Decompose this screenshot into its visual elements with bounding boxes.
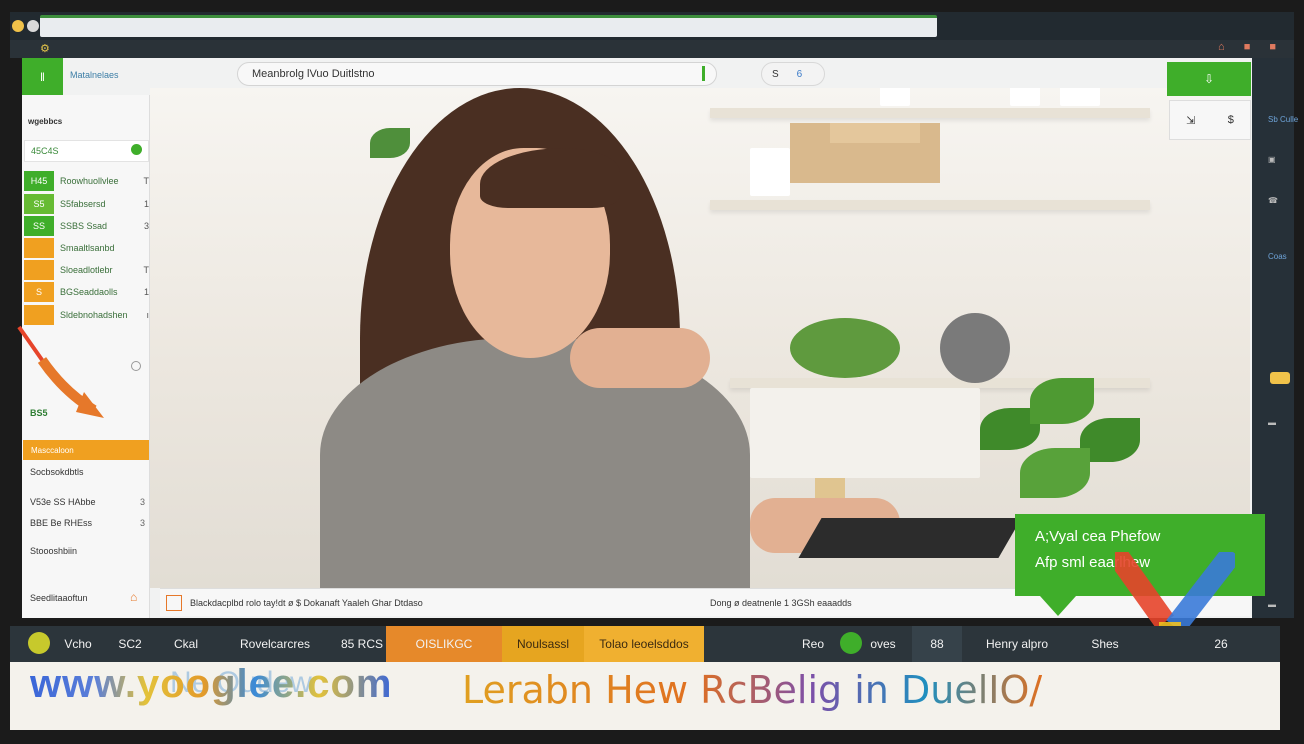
sidebar-list-label: Stoooshbiin xyxy=(30,546,78,556)
sidebar-item[interactable]: SS SSBS Ssad 3 xyxy=(24,215,149,237)
sidebar-item[interactable]: S5 S5fabsersd 1 xyxy=(24,193,149,215)
rail-item[interactable]: ▣ xyxy=(1268,155,1276,164)
rail-item[interactable]: ☎ xyxy=(1268,196,1278,205)
sidebar-item-badge: SS xyxy=(24,216,54,236)
sidebar-item-badge: H45 xyxy=(24,171,54,191)
status-dot-icon xyxy=(131,144,142,155)
callout-line-1: A;Vyal cea Phefow xyxy=(1035,528,1161,545)
toggle-option-b[interactable]: 6 xyxy=(797,69,803,80)
tab[interactable]: 85 RCS xyxy=(336,626,388,662)
sidebar-list-item[interactable]: V53e SS HAbbe 3 xyxy=(30,497,145,507)
tab[interactable]: Reo xyxy=(790,626,836,662)
sidebar-item-count: 1 xyxy=(143,199,149,209)
sidebar-list-item[interactable]: Stoooshbiin xyxy=(30,546,145,556)
rail-item[interactable]: ▬ xyxy=(1268,600,1276,609)
sidebar-item-label: S5fabsersd xyxy=(60,199,106,209)
sidebar-item-count: ı xyxy=(146,310,149,320)
tab-avatar-icon[interactable] xyxy=(840,632,862,654)
watermark-url: www.yooglee.com xyxy=(30,662,393,706)
sidebar-lead-item[interactable]: Socbsokdbtls xyxy=(30,467,145,477)
sidebar-item-badge xyxy=(24,238,54,258)
sidebar-item-label: Sloeadlotlebr xyxy=(60,265,113,275)
tab[interactable]: Rovelcarcres xyxy=(218,626,332,662)
address-bar[interactable] xyxy=(40,15,937,37)
window-control-dot[interactable] xyxy=(12,20,24,32)
sidebar-item-count: T xyxy=(143,265,150,275)
expand-icon[interactable]: ⇲ xyxy=(1186,114,1195,127)
sidebar-header: wgebbcs xyxy=(28,117,63,126)
sidebar-section-header[interactable]: Masccaloon xyxy=(23,440,149,460)
settings-icon[interactable]: ⚙ xyxy=(40,42,50,55)
toggle-option-a[interactable]: S xyxy=(772,69,779,80)
sidebar-item-count: 3 xyxy=(143,221,149,231)
action-button-group: ⇲ $ xyxy=(1169,100,1251,140)
sidebar-item-count: 1 xyxy=(143,287,149,297)
brand-logo[interactable]: ǁ xyxy=(22,58,63,95)
sidebar-list-count: 3 xyxy=(139,518,145,528)
download-button[interactable]: ⇩ xyxy=(1167,62,1251,96)
callout-tail xyxy=(1040,596,1076,616)
banner-headline: Lerabn Hew RcBelig in DuelIO/ xyxy=(462,668,1043,712)
sidebar-item[interactable]: S BGSeaddaolls 1 xyxy=(24,281,149,303)
tab[interactable]: Vcho xyxy=(50,626,106,662)
sidebar-item-label: BGSeaddaolls xyxy=(60,287,118,297)
sidebar-item-label: SSBS Ssad xyxy=(60,221,108,231)
window-control-dot[interactable] xyxy=(27,20,39,32)
sidebar-item[interactable]: H45 Roowhuollvlee T xyxy=(24,170,149,192)
rail-item[interactable]: ▬ xyxy=(1268,418,1276,427)
tab[interactable]: OISLIKGC xyxy=(386,626,502,662)
sidebar-list-label: BBE Be RHEss xyxy=(30,518,93,528)
tab[interactable]: Tolao leoelsddos xyxy=(584,626,704,662)
sidebar-item-label: Smaaltlsanbd xyxy=(60,243,115,253)
search-cursor xyxy=(702,66,705,81)
tab[interactable]: oves xyxy=(862,626,904,662)
rail-badge[interactable] xyxy=(1270,372,1290,384)
tab[interactable]: Shes xyxy=(1080,626,1130,662)
sidebar-item-badge: S5 xyxy=(24,194,54,214)
rail-item[interactable]: Sb Culle xyxy=(1268,115,1298,124)
radio-icon[interactable] xyxy=(131,361,141,371)
sidebar-item[interactable]: Smaaltlsanbd xyxy=(24,237,149,259)
sidebar-list-count: 3 xyxy=(139,497,145,507)
tab[interactable]: SC2 xyxy=(106,626,154,662)
sidebar-item-badge: S xyxy=(24,282,54,302)
toolbar-icons-right[interactable]: ⌂ ■ ■ xyxy=(1218,41,1298,53)
toggle-pill[interactable]: S 6 xyxy=(761,62,825,86)
sidebar-list-item[interactable]: BBE Be RHEss 3 xyxy=(30,518,145,528)
sidebar-item-label: Roowhuollvlee xyxy=(60,176,119,186)
tab[interactable]: Noulsassl xyxy=(502,626,584,662)
sidebar-item-badge xyxy=(24,260,54,280)
rail-item[interactable]: Coas xyxy=(1268,252,1287,261)
sidebar-item[interactable]: Sloeadlotlebr T xyxy=(24,259,149,281)
shield-icon[interactable]: ⌂ xyxy=(130,590,144,606)
file-icon xyxy=(166,594,182,611)
tab[interactable]: 26 xyxy=(1196,626,1246,662)
brand-label: Matalnelaes xyxy=(70,70,119,80)
toolbar-strip xyxy=(10,40,1294,58)
arrow-annotation-icon xyxy=(17,325,104,418)
sidebar-item-label: Sldebnohadshen xyxy=(60,310,128,320)
price-icon[interactable]: $ xyxy=(1228,114,1234,126)
sidebar-filter-label: 45C4S xyxy=(31,146,59,156)
sidebar-list-label: V53e SS HAbbe xyxy=(30,497,96,507)
search-input[interactable]: Meanbrolg lVuo Duitlstno xyxy=(237,62,717,86)
sidebar-footer[interactable]: Seedlitaaoftun xyxy=(30,593,88,603)
tab[interactable]: 88 xyxy=(912,626,962,662)
tab[interactable]: Henry alpro xyxy=(962,626,1072,662)
hero-photo xyxy=(150,88,1250,588)
info-text-left: Blackdacplbd rolo tay!dt ø $ Dokanaft Ya… xyxy=(190,597,423,608)
sidebar-item-count: T xyxy=(143,176,150,186)
sidebar-lead-label: Socbsokdbtls xyxy=(30,467,84,477)
tab-avatar-icon[interactable] xyxy=(28,632,50,654)
tab[interactable]: Ckal xyxy=(160,626,212,662)
